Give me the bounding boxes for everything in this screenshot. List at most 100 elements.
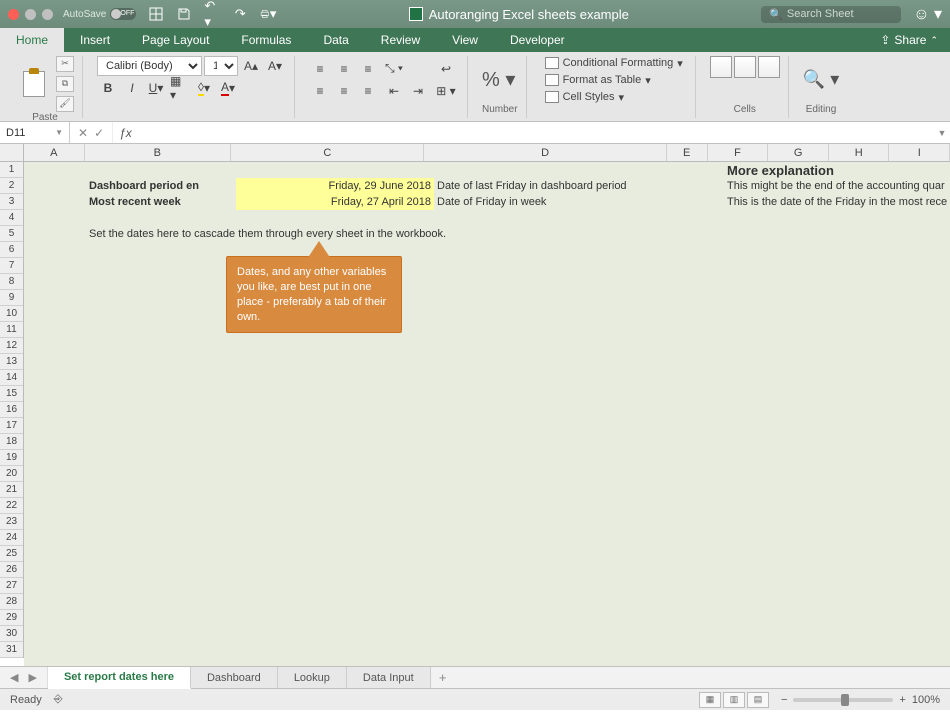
cancel-formula-icon[interactable]: ✕ (78, 126, 88, 140)
spreadsheet-grid[interactable]: ABCDEFGHI 123456789101112131415161718192… (0, 144, 950, 666)
wrap-text-button[interactable]: ↩ (433, 59, 459, 79)
row-header-21[interactable]: 21 (0, 482, 23, 498)
tab-review[interactable]: Review (365, 28, 436, 52)
row-header-27[interactable]: 27 (0, 578, 23, 594)
column-header-C[interactable]: C (231, 144, 424, 161)
switch-icon[interactable]: OFF (110, 8, 136, 20)
row-header-17[interactable]: 17 (0, 418, 23, 434)
row-header-3[interactable]: 3 (0, 194, 23, 210)
prev-sheet-icon[interactable]: ◀ (10, 671, 18, 684)
align-right-button[interactable]: ≡ (357, 81, 379, 101)
sheet-tab-set-report-dates[interactable]: Set report dates here (48, 667, 191, 689)
maximize-window-icon[interactable] (42, 9, 53, 20)
zoom-slider[interactable] (793, 698, 893, 702)
tab-insert[interactable]: Insert (64, 28, 126, 52)
minimize-window-icon[interactable] (25, 9, 36, 20)
save-icon[interactable] (176, 6, 192, 22)
underline-button[interactable]: U ▾ (145, 78, 167, 98)
percent-icon[interactable]: % ▾ (482, 67, 515, 92)
row-header-15[interactable]: 15 (0, 386, 23, 402)
cell-F1[interactable]: More explanation (724, 162, 837, 178)
row-header-24[interactable]: 24 (0, 530, 23, 546)
column-header-E[interactable]: E (667, 144, 708, 161)
column-header-G[interactable]: G (768, 144, 829, 161)
row-header-6[interactable]: 6 (0, 242, 23, 258)
copy-button[interactable]: ⧉ (56, 76, 74, 92)
cell-D2[interactable]: Date of last Friday in dashboard period (434, 178, 630, 194)
row-header-7[interactable]: 7 (0, 258, 23, 274)
autosave-toggle[interactable]: AutoSave OFF (63, 8, 136, 20)
row-header-12[interactable]: 12 (0, 338, 23, 354)
redo-icon[interactable]: ↷ (232, 6, 248, 22)
cells-area[interactable]: Dates, and any other variables you like,… (24, 162, 950, 666)
cell-styles-button[interactable]: Cell Styles ▾ (541, 90, 687, 105)
cell-F2[interactable]: This might be the end of the accounting … (724, 178, 948, 194)
row-header-9[interactable]: 9 (0, 290, 23, 306)
format-as-table-button[interactable]: Format as Table ▾ (541, 73, 687, 88)
row-header-2[interactable]: 2 (0, 178, 23, 194)
row-header-14[interactable]: 14 (0, 370, 23, 386)
normal-view-button[interactable]: ▦ (699, 692, 721, 708)
select-all-corner[interactable] (0, 144, 24, 162)
tab-home[interactable]: Home (0, 28, 64, 52)
tab-data[interactable]: Data (307, 28, 364, 52)
row-header-31[interactable]: 31 (0, 642, 23, 658)
align-bottom-button[interactable]: ≡ (357, 59, 379, 79)
bold-button[interactable]: B (97, 78, 119, 98)
cut-button[interactable]: ✂ (56, 56, 74, 72)
row-header-8[interactable]: 8 (0, 274, 23, 290)
font-size-select[interactable]: 12 (204, 56, 238, 76)
cell-B3[interactable]: Most recent week (86, 194, 184, 210)
merge-button[interactable]: ⊞ ▾ (433, 81, 459, 101)
align-top-button[interactable]: ≡ (309, 59, 331, 79)
cell-B5[interactable]: Set the dates here to cascade them throu… (86, 226, 449, 242)
tab-page-layout[interactable]: Page Layout (126, 28, 225, 52)
align-left-button[interactable]: ≡ (309, 81, 331, 101)
search-sheet-input[interactable]: 🔍 Search Sheet (761, 6, 901, 23)
cell-C2[interactable]: Friday, 29 June 2018 (236, 178, 434, 194)
row-header-20[interactable]: 20 (0, 466, 23, 482)
paste-button[interactable] (16, 63, 52, 105)
orientation-button[interactable]: ⤡ ▾ (383, 59, 405, 79)
expand-formula-bar-icon[interactable]: ▼ (934, 122, 950, 143)
print-icon[interactable]: ▾ (260, 6, 276, 22)
row-header-25[interactable]: 25 (0, 546, 23, 562)
row-header-10[interactable]: 10 (0, 306, 23, 322)
row-header-28[interactable]: 28 (0, 594, 23, 610)
add-sheet-button[interactable]: + (431, 667, 455, 688)
decrease-indent-button[interactable]: ⇤ (383, 81, 405, 101)
row-header-4[interactable]: 4 (0, 210, 23, 226)
row-header-30[interactable]: 30 (0, 626, 23, 642)
row-header-18[interactable]: 18 (0, 434, 23, 450)
zoom-in-icon[interactable]: + (899, 694, 905, 706)
row-header-5[interactable]: 5 (0, 226, 23, 242)
sheet-tab-lookup[interactable]: Lookup (278, 667, 347, 688)
fx-icon[interactable]: ƒx (113, 122, 138, 143)
column-header-I[interactable]: I (889, 144, 950, 161)
delete-cells-icon[interactable] (734, 56, 756, 78)
sheet-tab-dashboard[interactable]: Dashboard (191, 667, 278, 688)
row-header-19[interactable]: 19 (0, 450, 23, 466)
cell-B2[interactable]: Dashboard period en (86, 178, 202, 194)
share-button[interactable]: ⇪ Share ⌃ (868, 28, 950, 52)
find-select-button[interactable]: 🔍 ▾ (803, 69, 839, 90)
conditional-formatting-button[interactable]: Conditional Formatting ▾ (541, 56, 687, 71)
column-header-D[interactable]: D (424, 144, 666, 161)
row-header-22[interactable]: 22 (0, 498, 23, 514)
column-header-A[interactable]: A (24, 144, 85, 161)
undo-icon[interactable]: ↶ ▾ (204, 6, 220, 22)
row-header-11[interactable]: 11 (0, 322, 23, 338)
column-header-B[interactable]: B (85, 144, 232, 161)
italic-button[interactable]: I (121, 78, 143, 98)
close-window-icon[interactable] (8, 9, 19, 20)
decrease-font-button[interactable]: A▾ (264, 56, 286, 76)
increase-indent-button[interactable]: ⇥ (407, 81, 429, 101)
row-header-1[interactable]: 1 (0, 162, 23, 178)
next-sheet-icon[interactable]: ▶ (28, 671, 36, 684)
align-center-button[interactable]: ≡ (333, 81, 355, 101)
tab-formulas[interactable]: Formulas (225, 28, 307, 52)
enter-formula-icon[interactable]: ✓ (94, 126, 104, 140)
feedback-smile-icon[interactable]: ☺ ▾ (913, 4, 942, 24)
row-header-23[interactable]: 23 (0, 514, 23, 530)
cell-C3[interactable]: Friday, 27 April 2018 (236, 194, 434, 210)
